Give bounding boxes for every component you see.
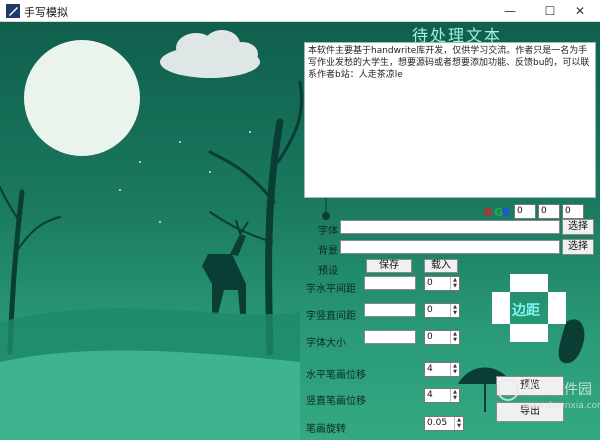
rgb-b-label: B: [502, 206, 511, 219]
spinner-arrows-icon[interactable]: ▲ ▼: [450, 277, 459, 290]
window-titlebar: 手写模拟 — ☐ ✕: [0, 0, 600, 22]
watermark-sub: www.downxia.com: [522, 401, 600, 411]
font-size-spinner[interactable]: 0 ▲ ▼: [424, 330, 460, 345]
horizontal-spacing-field[interactable]: [364, 276, 416, 290]
watermark-logo: 当下软件园 www.downxia.com: [497, 379, 600, 411]
close-button[interactable]: ✕: [560, 0, 600, 22]
margin-label: 边距: [512, 303, 540, 319]
font-select-button[interactable]: 选择: [562, 219, 594, 235]
rgb-b-input[interactable]: 0: [562, 204, 584, 219]
preset-load-button[interactable]: 载入: [424, 259, 458, 273]
preset-label: 预设: [318, 266, 338, 277]
deer: [202, 219, 249, 314]
preset-save-button[interactable]: 保存: [366, 259, 412, 273]
font-size-value: 0: [427, 332, 433, 342]
window-title: 手写模拟: [24, 6, 68, 19]
font-path-field[interactable]: [340, 220, 560, 234]
horizontal-spacing-spinner[interactable]: 0 ▲ ▼: [424, 276, 460, 291]
background-path-field[interactable]: [340, 240, 560, 254]
stroke-v-offset-value: 4: [427, 390, 433, 400]
spinner-arrows-icon[interactable]: ▲ ▼: [450, 331, 459, 344]
spinner-arrows-icon[interactable]: ▲ ▼: [450, 389, 459, 402]
source-text-area[interactable]: 本软件主要基于handwrite库开发，仅供学习交流。作者只是一名为手写作业发愁…: [304, 42, 596, 198]
stroke-h-offset-value: 4: [427, 364, 433, 374]
spider: [322, 212, 330, 220]
stroke-rotation-value: 0.05: [427, 418, 448, 428]
cloud: [160, 30, 260, 78]
hill-front: [0, 350, 300, 440]
rgb-g-input[interactable]: 0: [538, 204, 560, 219]
stroke-rotation-label: 笔画旋转: [306, 424, 346, 435]
horizontal-spacing-label: 字水平间距: [306, 284, 356, 295]
vertical-spacing-field[interactable]: [364, 303, 416, 317]
rgb-r-label: R: [484, 206, 493, 219]
vertical-spacing-value: 0: [427, 305, 433, 315]
font-label: 字体: [318, 226, 338, 237]
background-select-button[interactable]: 选择: [562, 239, 594, 255]
moon: [24, 40, 140, 156]
stroke-h-offset-spinner[interactable]: 4 ▲ ▼: [424, 362, 460, 377]
stroke-v-offset-spinner[interactable]: 4 ▲ ▼: [424, 388, 460, 403]
minimize-button[interactable]: —: [490, 0, 530, 22]
stroke-rotation-spinner[interactable]: 0.05 ▲ ▼: [424, 416, 464, 431]
stroke-v-offset-label: 竖直笔画位移: [306, 396, 366, 407]
spinner-arrows-icon[interactable]: ▲ ▼: [454, 417, 463, 430]
horizontal-spacing-value: 0: [427, 278, 433, 288]
spinner-arrows-icon[interactable]: ▲ ▼: [450, 363, 459, 376]
font-size-field[interactable]: [364, 330, 416, 344]
watermark-text: 当下软件园: [522, 382, 592, 398]
font-size-label: 字体大小: [306, 338, 346, 349]
vertical-spacing-label: 字竖直间距: [306, 311, 356, 322]
stroke-h-offset-label: 水平笔画位移: [306, 370, 366, 381]
app-logo-icon: [6, 4, 20, 18]
spinner-arrows-icon[interactable]: ▲ ▼: [450, 304, 459, 317]
background-label: 背景: [318, 246, 338, 257]
vertical-spacing-spinner[interactable]: 0 ▲ ▼: [424, 303, 460, 318]
stars: [119, 131, 251, 223]
tree: [208, 80, 304, 356]
rgb-r-input[interactable]: 0: [514, 204, 536, 219]
